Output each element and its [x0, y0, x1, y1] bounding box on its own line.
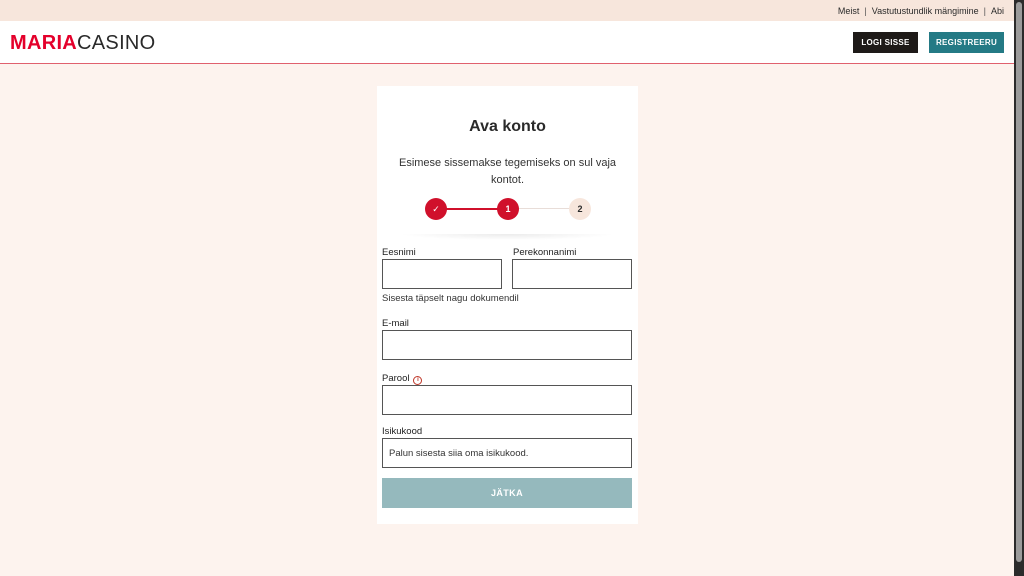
step-completed-check-icon: ✓: [425, 198, 447, 220]
page-subtitle: Esimese sissemakse tegemiseks on sul vaj…: [398, 157, 617, 186]
separator: |: [864, 5, 867, 16]
section-divider: [399, 234, 616, 240]
password-field[interactable]: [382, 385, 632, 415]
password-label-text: Parool: [382, 373, 410, 384]
scrollbar-thumb[interactable]: [1016, 2, 1022, 562]
first-name-label: Eesnimi: [382, 247, 416, 258]
logo-maria: MARIA: [10, 32, 78, 54]
id-code-label: Isikukood: [382, 426, 423, 437]
last-name-field[interactable]: [512, 259, 632, 289]
last-name-label: Perekonnanimi: [513, 247, 577, 258]
top-utility-bar: Meist | Vastutustundlik mängimine | Abi: [0, 0, 1014, 21]
email-field[interactable]: [382, 330, 632, 360]
link-about[interactable]: Meist: [838, 6, 860, 16]
info-icon[interactable]: i: [413, 376, 423, 385]
logo-casino: CASINO: [77, 32, 156, 54]
link-help[interactable]: Abi: [991, 6, 1004, 16]
site-header: MARIACASINO LOGI SISSE REGISTREERU: [0, 21, 1014, 64]
registration-card: Ava konto Esimese sissemakse tegemiseks …: [377, 86, 638, 524]
maria-casino-logo[interactable]: MARIACASINO: [10, 32, 156, 54]
email-label: E-mail: [382, 318, 409, 329]
separator: |: [983, 5, 986, 16]
login-button[interactable]: LOGI SISSE: [853, 32, 918, 53]
password-label: Parool i: [382, 373, 423, 385]
step-2: 2: [569, 198, 591, 220]
register-button[interactable]: REGISTREERU: [929, 32, 1004, 53]
progress-stepper: ✓ 1 2: [425, 198, 591, 220]
scrollbar[interactable]: [1014, 0, 1024, 576]
step-1: 1: [497, 198, 519, 220]
page-title: Ava konto: [469, 118, 546, 135]
link-responsible-gaming[interactable]: Vastutustundlik mängimine: [872, 6, 979, 16]
id-code-field[interactable]: [382, 438, 632, 468]
name-hint: Sisesta täpselt nagu dokumendil: [382, 293, 519, 304]
first-name-field[interactable]: [382, 259, 502, 289]
continue-button[interactable]: JÄTKA: [382, 478, 632, 508]
